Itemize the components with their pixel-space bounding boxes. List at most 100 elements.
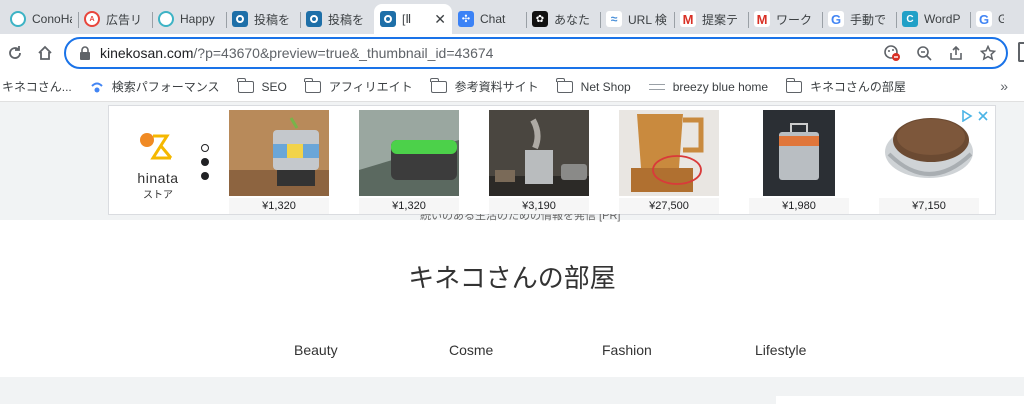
bookmark-kinekosan[interactable]: キネコさん... bbox=[2, 78, 72, 95]
wordpress-icon bbox=[306, 11, 322, 27]
wordpress-icon bbox=[380, 11, 396, 27]
folder-icon bbox=[430, 77, 447, 93]
bookmark-folder-seo[interactable]: SEO bbox=[237, 77, 287, 94]
tab-url[interactable]: ≈ URL 検 bbox=[600, 4, 674, 34]
bookmark-star-icon[interactable] bbox=[978, 43, 998, 63]
bookmark-label: キネコさんの部屋 bbox=[810, 80, 906, 94]
bookmark-folder-kinekosan-room[interactable]: キネコさんの部屋 bbox=[785, 77, 906, 95]
close-icon[interactable]: ✕ bbox=[434, 11, 446, 28]
tab-title: URL 検 bbox=[628, 12, 667, 27]
tab-google-2[interactable]: G Goo bbox=[970, 4, 1010, 34]
gmail-icon: M bbox=[754, 11, 770, 27]
share-icon[interactable] bbox=[946, 43, 966, 63]
close-icon[interactable] bbox=[977, 110, 989, 122]
sidebar-edge bbox=[776, 396, 1024, 404]
brand-logo[interactable]: hinata ストア bbox=[123, 128, 193, 201]
tab-chat[interactable]: ✣ Chat bbox=[452, 4, 526, 34]
tab-gmail-2[interactable]: M ワーク bbox=[748, 4, 822, 34]
gmail-icon: M bbox=[680, 11, 696, 27]
folder-icon bbox=[304, 77, 321, 93]
home-button[interactable] bbox=[30, 38, 60, 68]
ad-product[interactable]: ¥1,320 bbox=[359, 110, 459, 214]
url-icon: ≈ bbox=[606, 11, 622, 27]
site-title[interactable]: キネコさんの部屋 bbox=[0, 258, 1024, 295]
tab-post-1[interactable]: 投稿を bbox=[226, 4, 300, 34]
tab-openai[interactable]: ✿ あなた bbox=[526, 4, 600, 34]
tab-ads[interactable]: A 広告リ bbox=[78, 4, 152, 34]
tab-active[interactable]: [Ⅱ ✕ bbox=[374, 4, 452, 34]
blocked-cookie-icon[interactable] bbox=[882, 43, 902, 63]
bookmark-label: キネコさん... bbox=[2, 80, 72, 94]
menu-item-lifestyle[interactable]: Lifestyle bbox=[755, 342, 806, 358]
tab-strip: ConoHa A 広告リ Happy 投稿を 投稿を [Ⅱ ✕ ✣ Chat ✿… bbox=[0, 0, 1024, 34]
bookmark-breezy[interactable]: breezy blue home bbox=[648, 79, 769, 94]
tab-title: ワーク bbox=[776, 12, 813, 27]
tab-title: Happy bbox=[180, 12, 215, 26]
brand-name: hinata bbox=[137, 170, 179, 186]
ad-product[interactable]: ¥3,190 bbox=[489, 110, 589, 214]
tab-google-1[interactable]: G 手動で bbox=[822, 4, 896, 34]
ad-product[interactable]: ¥1,320 bbox=[229, 110, 329, 214]
tab-title: WordP bbox=[924, 12, 961, 26]
folder-icon bbox=[785, 77, 803, 93]
folder-icon bbox=[556, 77, 573, 93]
bookmark-search-performance[interactable]: 検索パフォーマンス bbox=[90, 78, 220, 95]
chat-icon: ✣ bbox=[458, 11, 474, 27]
tab-title: Chat bbox=[480, 12, 506, 26]
bookmark-label: Net Shop bbox=[580, 79, 631, 94]
zoom-icon[interactable] bbox=[914, 43, 934, 63]
tab-happy[interactable]: Happy bbox=[152, 4, 226, 34]
menu-item-fashion[interactable]: Fashion bbox=[602, 342, 652, 358]
tab-title: 提案テ bbox=[702, 12, 739, 27]
home-icon bbox=[38, 45, 52, 60]
happy-icon bbox=[158, 11, 174, 27]
tab-title: 手動で bbox=[850, 12, 887, 27]
carousel-dots[interactable] bbox=[201, 144, 209, 180]
adchoices-icon[interactable] bbox=[961, 110, 973, 122]
tab-conoha[interactable]: ConoHa bbox=[4, 4, 78, 34]
tab-wordpress[interactable]: C WordP bbox=[896, 4, 970, 34]
bookmark-label: breezy blue home bbox=[672, 79, 769, 94]
tab-post-2[interactable]: 投稿を bbox=[300, 4, 374, 34]
menu-item-cosme[interactable]: Cosme bbox=[449, 342, 493, 358]
conoha-icon bbox=[10, 11, 26, 27]
carousel-dot[interactable] bbox=[201, 144, 209, 152]
tab-gmail-1[interactable]: M 提案テ bbox=[674, 4, 748, 34]
reload-button[interactable] bbox=[0, 38, 30, 68]
google-icon: G bbox=[976, 11, 992, 27]
ad-product[interactable]: ¥7,150 bbox=[879, 110, 979, 214]
menu-item-beauty[interactable]: Beauty bbox=[294, 342, 338, 358]
bookmarks-overflow-button[interactable]: » bbox=[1000, 78, 1008, 94]
product-price: ¥1,980 bbox=[749, 198, 849, 214]
ad-product[interactable]: ¥1,980 bbox=[749, 110, 849, 214]
search-console-icon bbox=[90, 80, 104, 94]
ad-area: hinata ストア ¥1,320 ¥1,320 ¥3,190 ¥27,500 … bbox=[0, 102, 1024, 220]
bookmark-folder-affiliate[interactable]: アフィリエイト bbox=[304, 77, 413, 95]
product-image bbox=[489, 110, 589, 196]
ad-product[interactable]: ¥27,500 bbox=[619, 110, 719, 214]
product-price: ¥27,500 bbox=[619, 198, 719, 214]
bookmark-label: 参考資料サイト bbox=[454, 80, 539, 94]
url-host: kinekosan.com bbox=[100, 45, 194, 61]
address-bar[interactable]: kinekosan.com/?p=43670&preview=true&_thu… bbox=[64, 37, 1008, 69]
site-tagline: 続いのある生活のための情報を発信 [PR] bbox=[420, 214, 621, 222]
google-icon: G bbox=[828, 11, 844, 27]
wordpress-icon bbox=[232, 11, 248, 27]
main-menu: Beauty Cosme Fashion Lifestyle bbox=[0, 342, 1024, 362]
ad-banner[interactable]: hinata ストア ¥1,320 ¥1,320 ¥3,190 ¥27,500 … bbox=[108, 105, 996, 215]
lock-icon bbox=[78, 46, 92, 60]
product-image bbox=[359, 110, 459, 196]
browser-toolbar: kinekosan.com/?p=43670&preview=true&_thu… bbox=[0, 34, 1024, 72]
tab-title: ConoHa bbox=[32, 12, 72, 26]
bookmark-folder-references[interactable]: 参考資料サイト bbox=[430, 77, 539, 95]
tab-title: 広告リ bbox=[106, 12, 143, 27]
bookmark-folder-netshop[interactable]: Net Shop bbox=[556, 77, 631, 94]
carousel-dot[interactable] bbox=[201, 158, 209, 166]
extensions-icon[interactable] bbox=[1018, 42, 1024, 62]
carousel-dot[interactable] bbox=[201, 172, 209, 180]
hinata-logo-icon bbox=[140, 133, 173, 160]
openai-icon: ✿ bbox=[532, 11, 548, 27]
adchoices[interactable] bbox=[961, 110, 989, 122]
url-text: kinekosan.com/?p=43670&preview=true&_thu… bbox=[100, 45, 493, 61]
product-image bbox=[619, 110, 719, 196]
